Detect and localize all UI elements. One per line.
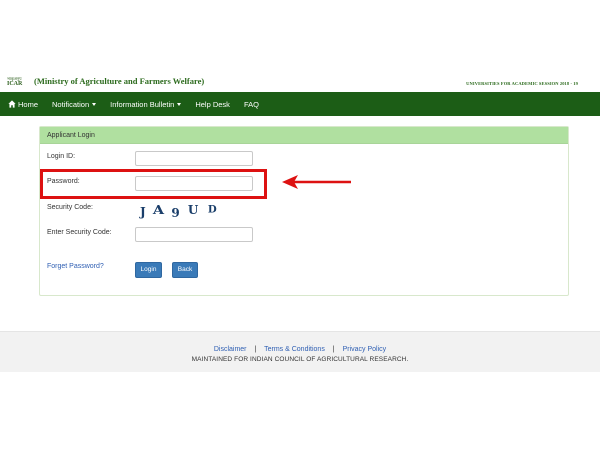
nav-bulletin-label: Information Bulletin	[110, 99, 175, 109]
security-code-input[interactable]	[135, 227, 253, 242]
security-code-label: Security Code:	[47, 204, 93, 211]
login-button[interactable]: Login	[135, 262, 162, 278]
privacy-link[interactable]: Privacy Policy	[343, 346, 387, 353]
panel-title: Applicant Login	[40, 127, 568, 144]
site-footer: Disclaimer | Terms & Conditions | Privac…	[0, 331, 600, 372]
session-title: UNIVERSITIES FOR ACADEMIC SESSION 2018 -…	[466, 81, 578, 86]
nav-notification[interactable]: Notification	[52, 99, 97, 109]
captcha-char: D	[207, 203, 219, 215]
footer-maintained-note: MAINTAINED FOR INDIAN COUNCIL OF AGRICUL…	[191, 356, 409, 363]
back-button[interactable]: Back	[172, 262, 198, 278]
disclaimer-link[interactable]: Disclaimer	[214, 346, 247, 353]
site-header: भाकृअनुप ICAR (Ministry of Agriculture a…	[0, 74, 600, 92]
login-id-label: Login ID:	[47, 153, 76, 160]
captcha-char: U	[187, 203, 201, 217]
nav-help-desk[interactable]: Help Desk	[195, 100, 230, 109]
home-icon	[8, 100, 16, 108]
terms-link[interactable]: Terms & Conditions	[264, 346, 325, 353]
nav-faq[interactable]: FAQ	[244, 100, 259, 109]
caret-down-icon	[177, 102, 182, 106]
nav-helpdesk-label: Help Desk	[195, 99, 230, 109]
login-id-input[interactable]	[135, 151, 253, 166]
main-navbar: Home Notification Information Bulletin H…	[0, 92, 600, 116]
footer-links: Disclaimer | Terms & Conditions | Privac…	[0, 346, 600, 353]
nav-information-bulletin[interactable]: Information Bulletin	[110, 99, 182, 109]
arrow-left-icon	[282, 175, 351, 189]
captcha-char: A	[152, 203, 167, 217]
nav-notification-label: Notification	[52, 99, 90, 109]
footer-separator: |	[254, 346, 257, 353]
captcha-char: J	[140, 205, 148, 219]
caret-down-icon	[92, 102, 97, 106]
enter-security-code-label: Enter Security Code:	[47, 229, 112, 236]
forgot-password-link[interactable]: Forget Password?	[47, 263, 104, 270]
ministry-title: (Ministry of Agriculture and Farmers Wel…	[34, 76, 205, 86]
footer-separator: |	[332, 346, 335, 353]
captcha-char: 9	[171, 206, 182, 220]
nav-faq-label: FAQ	[243, 99, 259, 109]
icar-logo: भाकृअनुप ICAR	[7, 76, 23, 88]
page: भाकृअनुप ICAR (Ministry of Agriculture a…	[0, 0, 600, 450]
nav-home-label: Home	[18, 99, 39, 109]
nav-home[interactable]: Home	[8, 100, 38, 109]
logo-text: ICAR	[7, 81, 23, 87]
password-highlight-box	[40, 169, 267, 199]
captcha-image: J A 9 U D	[140, 203, 219, 220]
applicant-login-panel: Applicant Login Login ID: Password: Secu…	[39, 126, 569, 296]
